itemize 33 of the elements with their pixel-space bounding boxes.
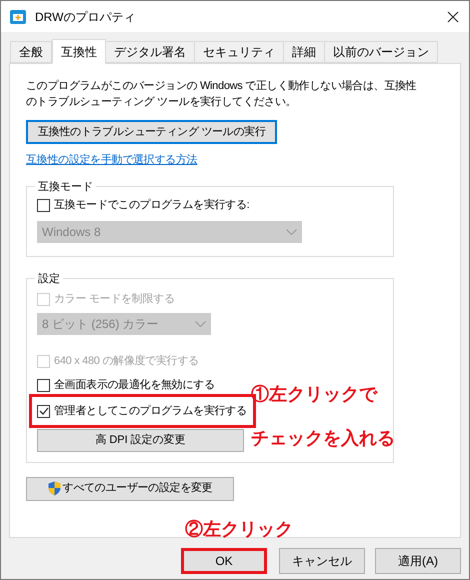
checkbox[interactable] [37,378,50,392]
intro-text: このプログラムがこのバージョンの Windows で正しく動作しない場合は、互換性のトラブルシューティング ツールを実行してください。 [26,78,418,110]
group-label: 設定 [37,272,61,286]
close-icon[interactable] [447,10,459,22]
checkbox[interactable] [37,198,50,212]
dialog-button[interactable]: 適用(A) [375,548,461,574]
tab[interactable]: 互換性 [52,39,106,64]
all-users-settings-button[interactable]: すべてのユーザーの設定を変更 [26,476,234,500]
troubleshoot-button[interactable]: 互換性のトラブルシューティング ツールの実行 [26,120,278,144]
dialog-button[interactable]: キャンセル [279,548,365,574]
window-app-icon [9,8,27,26]
checkbox-label: カラー モードを制限する [54,292,174,307]
checkbox-label: 640 x 480 の解像度で実行する [54,354,199,369]
manual-settings-link[interactable]: 互換性の設定を手動で選択する方法 [26,152,198,168]
window-title: DRWのプロパティ [35,8,136,26]
tab[interactable]: 全般 [10,41,52,63]
checkbox-label: 互換モードでこのプログラムを実行する: [54,198,250,213]
group-label: 互換モード [37,180,94,194]
annotation-text: ②左クリック [185,518,293,541]
chevron-down-icon [286,229,297,235]
checkbox[interactable] [37,404,50,418]
checkbox-label: 全画面表示の最適化を無効にする [54,378,215,393]
checkbox-label: 管理者としてこのプログラムを実行する [54,404,247,419]
tab[interactable]: セキュリティ [194,41,284,63]
tab[interactable]: デジタル署名 [105,41,195,63]
high-dpi-button[interactable]: 高 DPI 設定の変更 [37,429,244,452]
chevron-down-icon [195,321,206,327]
tab[interactable]: 以前のバージョン [324,41,438,63]
tab[interactable]: 詳細 [283,41,325,63]
dialog-button[interactable]: OK [181,548,267,574]
annotation-text: チェックを入れる [251,427,395,450]
check-icon [38,406,48,416]
shield-icon [48,481,61,496]
